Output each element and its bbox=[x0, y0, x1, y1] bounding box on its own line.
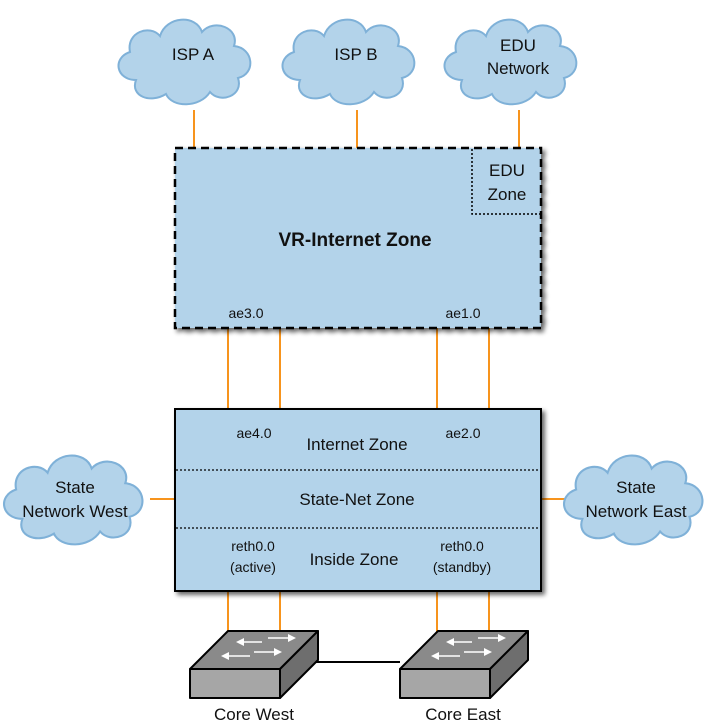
switch-core-east-label: Core East bbox=[425, 705, 501, 724]
switch-core-west-label: Core West bbox=[214, 705, 294, 724]
reth-east-label-line1: reth0.0 bbox=[440, 538, 484, 554]
reth-west-label-line1: reth0.0 bbox=[231, 538, 275, 554]
cloud-state-west-label-line2: Network West bbox=[22, 502, 128, 521]
state-net-zone-label: State-Net Zone bbox=[299, 490, 414, 509]
cloud-state-east-label-line1: State bbox=[616, 478, 656, 497]
switch-west-front bbox=[189, 668, 281, 699]
cloud-state-network-west bbox=[2, 454, 144, 546]
cloud-state-west-label-line1: State bbox=[55, 478, 95, 497]
vr-internet-zone-title: VR-Internet Zone bbox=[278, 230, 431, 251]
edu-zone-label-line1: EDU bbox=[489, 161, 525, 180]
cloud-isp-b-label: ISP B bbox=[334, 45, 377, 64]
cloud-state-network-east bbox=[562, 454, 704, 546]
edu-zone-label-line2: Zone bbox=[488, 185, 527, 204]
inside-zone-label: Inside Zone bbox=[310, 550, 399, 569]
iface-ae2: ae2.0 bbox=[445, 425, 480, 441]
switch-core-east bbox=[399, 630, 529, 699]
cloud-state-east-label-line2: Network East bbox=[585, 502, 686, 521]
network-diagram: ISP A ISP B EDU Network State Network We… bbox=[2, 18, 704, 724]
cloud-isp-a-label: ISP A bbox=[172, 45, 215, 64]
internet-zone-label: Internet Zone bbox=[306, 435, 407, 454]
reth-west-label-line2: (active) bbox=[230, 559, 276, 575]
cloud-edu-label-line1: EDU bbox=[500, 36, 536, 55]
iface-ae3: ae3.0 bbox=[228, 305, 263, 321]
switch-core-west bbox=[189, 630, 319, 699]
reth-east-label-line2: (standby) bbox=[433, 559, 491, 575]
cloud-edu-label-line2: Network bbox=[487, 59, 550, 78]
iface-ae4: ae4.0 bbox=[236, 425, 271, 441]
switch-east-front bbox=[399, 668, 491, 699]
iface-ae1: ae1.0 bbox=[445, 305, 480, 321]
